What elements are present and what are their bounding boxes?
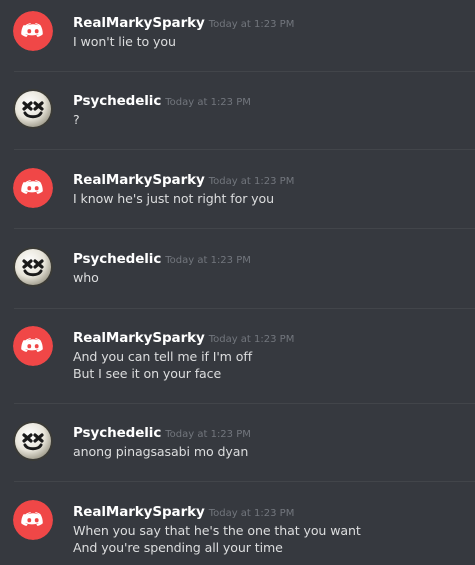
discord-logo-icon — [13, 500, 53, 540]
message-text: ? — [73, 112, 80, 127]
avatar[interactable] — [13, 168, 53, 208]
avatar[interactable] — [13, 11, 53, 51]
timestamp: Today at 1:23 PM — [208, 508, 295, 519]
avatar[interactable] — [13, 500, 53, 540]
message-header: Psychedelic Today at 1:23 PM — [73, 90, 251, 109]
username[interactable]: RealMarkySparky — [73, 15, 205, 31]
message-text: And you're spending all your time — [73, 540, 283, 555]
message-header: RealMarkySparky Today at 1:23 PM — [73, 12, 294, 31]
marshmello-icon — [13, 421, 53, 461]
message-text: who — [73, 270, 99, 285]
marshmello-icon — [13, 247, 53, 287]
timestamp: Today at 1:23 PM — [165, 429, 251, 440]
message-text: anong pinagsasabi mo dyan — [73, 444, 249, 459]
avatar[interactable] — [13, 421, 53, 461]
username[interactable]: Psychedelic — [73, 93, 161, 109]
message-text: And you can tell me if I'm off — [73, 349, 253, 364]
message-divider — [14, 481, 475, 482]
message-divider — [14, 149, 475, 150]
message-header: RealMarkySparky Today at 1:23 PM — [73, 169, 294, 188]
avatar[interactable] — [13, 326, 53, 366]
timestamp: Today at 1:23 PM — [165, 97, 251, 108]
message-header: Psychedelic Today at 1:23 PM — [73, 422, 251, 441]
timestamp: Today at 1:23 PM — [208, 334, 295, 345]
message-header: RealMarkySparky Today at 1:23 PM — [73, 501, 294, 520]
message-text: I know he's just not right for you — [73, 191, 275, 206]
discord-logo-icon — [13, 168, 53, 208]
discord-logo-icon — [13, 326, 53, 366]
username[interactable]: Psychedelic — [73, 425, 161, 441]
chat-message-list: RealMarkySparky Today at 1:23 PM I won't … — [0, 0, 475, 565]
message-divider — [14, 71, 475, 72]
message-text: When you say that he's the one that you … — [73, 523, 361, 538]
timestamp: Today at 1:23 PM — [208, 19, 295, 30]
timestamp: Today at 1:23 PM — [165, 255, 251, 266]
message-text: I won't lie to you — [73, 34, 176, 49]
marshmello-icon — [13, 89, 53, 129]
username[interactable]: RealMarkySparky — [73, 172, 205, 188]
username[interactable]: Psychedelic — [73, 251, 161, 267]
message-text: But I see it on your face — [73, 366, 222, 381]
message-divider — [14, 308, 475, 309]
timestamp: Today at 1:23 PM — [208, 176, 295, 187]
message-divider — [14, 403, 475, 404]
message-header: RealMarkySparky Today at 1:23 PM — [73, 327, 294, 346]
avatar[interactable] — [13, 89, 53, 129]
message-header: Psychedelic Today at 1:23 PM — [73, 248, 251, 267]
avatar[interactable] — [13, 247, 53, 287]
message-divider — [14, 228, 475, 229]
username[interactable]: RealMarkySparky — [73, 504, 205, 520]
discord-logo-icon — [13, 11, 53, 51]
username[interactable]: RealMarkySparky — [73, 330, 205, 346]
